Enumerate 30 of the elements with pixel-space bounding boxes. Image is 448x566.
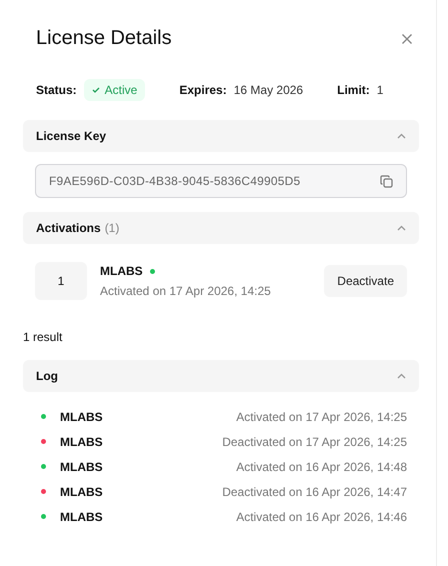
log-event: Activated on 16 Apr 2026, 14:46 (236, 510, 407, 524)
copy-icon[interactable] (380, 174, 393, 188)
result-count: 1 result (23, 330, 64, 344)
field-label: Limit: (337, 82, 370, 96)
device-name: MLABS (60, 410, 104, 424)
log-event: Deactivated on 17 Apr 2026, 14:25 (222, 434, 407, 448)
section-header[interactable]: Activations (1) (23, 212, 419, 244)
chevron-icon (397, 373, 406, 379)
deactivate-button[interactable]: Deactivate (324, 265, 407, 297)
activation-number: 1 (35, 262, 87, 300)
field-value: 1 (376, 82, 384, 96)
device-name: MLABS (60, 510, 104, 524)
field-label: Expires: (179, 82, 227, 96)
section-header[interactable]: License Key (23, 120, 419, 152)
device-name: MLABS (60, 434, 104, 448)
license-key-field[interactable]: F9AE596D-C03D-4B38-9045-5836C49905D5 (35, 164, 407, 198)
log-event: Activated on 17 Apr 2026, 14:25 (236, 410, 407, 424)
device-name: MLABS (60, 484, 104, 498)
field-value: 16 May 2026 (234, 82, 304, 96)
chevron-icon (397, 225, 406, 231)
log-event: Activated on 16 Apr 2026, 14:48 (236, 460, 407, 474)
section-header[interactable]: Log (23, 360, 419, 392)
dialog-title: License Details (36, 27, 172, 50)
chevron-icon (397, 133, 406, 139)
activation-date: Activated on 17 Apr 2026, 14:25 (100, 284, 272, 298)
device-name: MLABS (100, 264, 143, 278)
device-name: MLABS (60, 460, 104, 474)
log-event: Deactivated on 16 Apr 2026, 14:47 (222, 484, 407, 498)
field-label: Status: (36, 82, 77, 96)
status-badge: Active (84, 78, 146, 100)
